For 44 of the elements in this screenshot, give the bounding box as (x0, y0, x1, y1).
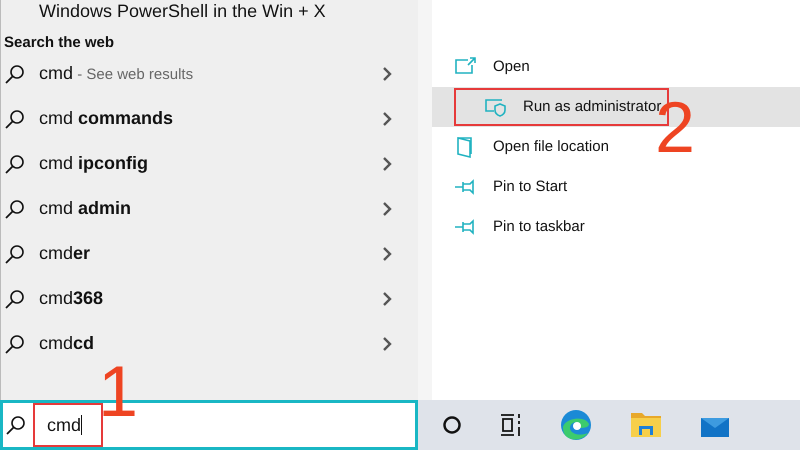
search-icon (4, 62, 26, 84)
task-view-icon[interactable] (500, 412, 522, 438)
menu-label: Pin to taskbar (493, 216, 585, 237)
search-icon (4, 242, 26, 264)
web-result-item[interactable]: cmd ipconfig (1, 141, 418, 186)
chevron-right-icon (382, 336, 392, 352)
chevron-right-icon (382, 110, 392, 126)
circle-icon[interactable] (442, 415, 462, 435)
search-icon (4, 288, 26, 310)
context-menu-item[interactable]: Pin to taskbar (432, 207, 800, 247)
context-menu-item[interactable]: Open (432, 47, 800, 87)
web-result-item[interactable]: cmd admin (1, 186, 418, 231)
result-text: cmd368 (39, 287, 104, 310)
chevron-right-icon (382, 290, 392, 306)
result-text: cmd ipconfig (39, 152, 148, 175)
result-text: cmder (39, 242, 90, 265)
search-icon (4, 198, 26, 220)
menu-label: Open (493, 56, 530, 77)
context-menu-item[interactable]: Pin to Start (432, 167, 800, 207)
search-input-field[interactable]: cmd (33, 403, 103, 447)
menu-label: Open file location (493, 136, 609, 157)
search-icon (4, 332, 26, 354)
search-icon (4, 108, 26, 130)
chevron-right-icon (382, 156, 392, 172)
chevron-right-icon (382, 66, 392, 82)
edge-browser-icon[interactable] (560, 409, 592, 441)
search-icon (5, 414, 27, 436)
web-result-item[interactable]: cmder (1, 231, 418, 276)
result-text: cmd admin (39, 197, 132, 220)
section-heading: Search the web (3, 33, 116, 51)
web-result-item[interactable]: cmd368 (1, 276, 418, 321)
shield-icon (484, 96, 508, 118)
result-text: cmd - See web results (39, 62, 194, 85)
web-result-item[interactable]: cmd commands (1, 96, 418, 141)
result-text: cmdcd (39, 332, 94, 355)
search-icon (4, 152, 26, 174)
result-text: cmd commands (39, 107, 174, 130)
web-result-item[interactable]: cmd - See web results (1, 51, 418, 96)
folder-icon[interactable] (630, 411, 662, 439)
chevron-right-icon (382, 246, 392, 262)
chevron-right-icon (382, 200, 392, 216)
result-title: Windows PowerShell in the Win + X (38, 2, 327, 23)
web-result-item[interactable]: cmdcd (1, 321, 418, 366)
menu-label: Pin to Start (493, 176, 568, 197)
